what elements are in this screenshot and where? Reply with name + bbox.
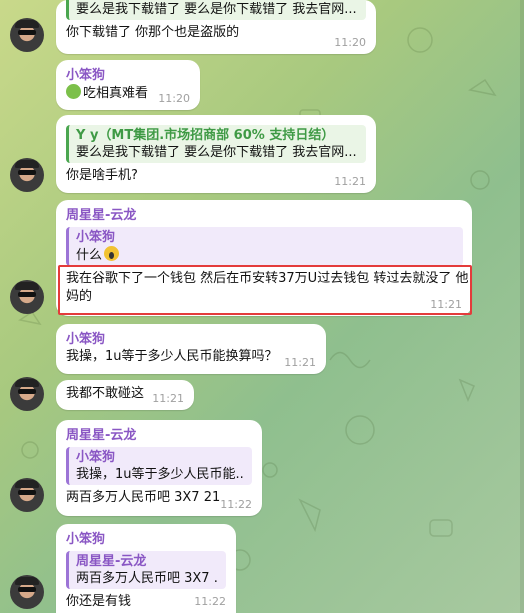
message-time: 11:21 [334,175,366,188]
avatar[interactable] [10,18,44,52]
message-bubble[interactable]: 我都不敢碰这 11:21 [56,380,194,410]
message-text: 吃相真难看 [83,86,149,101]
avatar[interactable] [10,158,44,192]
quote-text: 两百多万人民币吧 3X7 ... [76,571,219,586]
message-text: 你下载错了 你那个也是盗版的 [66,25,240,40]
avatar[interactable] [10,478,44,512]
reply-quote[interactable]: Y y（MT集团.市场招商部 60% 支持日结） 要么是我下载错了 要么是你下载… [66,125,366,163]
message-text: 你是啥手机? [66,168,138,183]
quote-text: 我操，1u等于多少人民币能... [76,467,245,482]
message-text: 我操，1u等于多少人民币能换算吗？ [66,349,278,364]
message-time: 11:21 [152,392,184,405]
sender-name[interactable]: 小笨狗 [66,331,316,348]
sender-name[interactable]: 小笨狗 [66,531,226,548]
quote-sender: 小笨狗 [76,230,116,245]
message-time: 11:20 [158,92,190,105]
message-time: 11:20 [334,36,366,49]
reply-quote[interactable]: 小笨狗 什么 [66,227,463,266]
quote-sender: Y y（MT集团.市场招商部 60% 支持日结） [76,128,335,143]
message-bubble[interactable]: 小笨狗 我操，1u等于多少人民币能换算吗？ 11:21 [56,324,326,374]
sender-name[interactable]: 小笨狗 [66,67,190,84]
highlight-box [58,265,472,315]
message-time: 11:22 [220,498,252,511]
quote-sender: 周星星-云龙 [76,554,147,569]
sender-name[interactable]: 周星星-云龙 [66,207,462,224]
quote-text: 要么是我下载错了 要么是你下载错了 我去官网... [76,145,357,160]
message-time: 11:21 [284,356,316,369]
quote-text: 要么是我下载错了 要么是你下载错了 我去官网... [76,2,357,17]
message-bubble[interactable]: 要么是我下载错了 要么是你下载错了 我去官网... 你下载错了 你那个也是盗版的… [56,0,376,54]
message-bubble[interactable]: Y y（MT集团.市场招商部 60% 支持日结） 要么是我下载错了 要么是你下载… [56,115,376,193]
avatar[interactable] [10,280,44,314]
quote-sender: 小笨狗 [76,450,116,465]
message-bubble[interactable]: 小笨狗 吃相真难看 11:20 [56,60,200,110]
reply-quote[interactable]: 小笨狗 我操，1u等于多少人民币能... [66,447,252,485]
reply-quote[interactable]: 周星星-云龙 两百多万人民币吧 3X7 ... [66,551,226,589]
message-bubble[interactable]: 周星星-云龙 小笨狗 我操，1u等于多少人民币能... 两百多万人民币吧 3X7… [56,420,262,516]
sender-name[interactable]: 周星星-云龙 [66,427,252,444]
reply-quote[interactable]: 要么是我下载错了 要么是你下载错了 我去官网... [66,0,366,20]
message-time: 11:22 [194,595,226,608]
avatar[interactable] [10,377,44,411]
avatar[interactable] [10,575,44,609]
scrollbar[interactable] [520,0,524,613]
message-bubble[interactable]: 小笨狗 周星星-云龙 两百多万人民币吧 3X7 ... 你还是有钱 11:22 [56,524,236,613]
scream-face-icon [104,246,120,261]
quote-text: 什么 [76,248,103,263]
sick-face-icon [66,84,81,99]
